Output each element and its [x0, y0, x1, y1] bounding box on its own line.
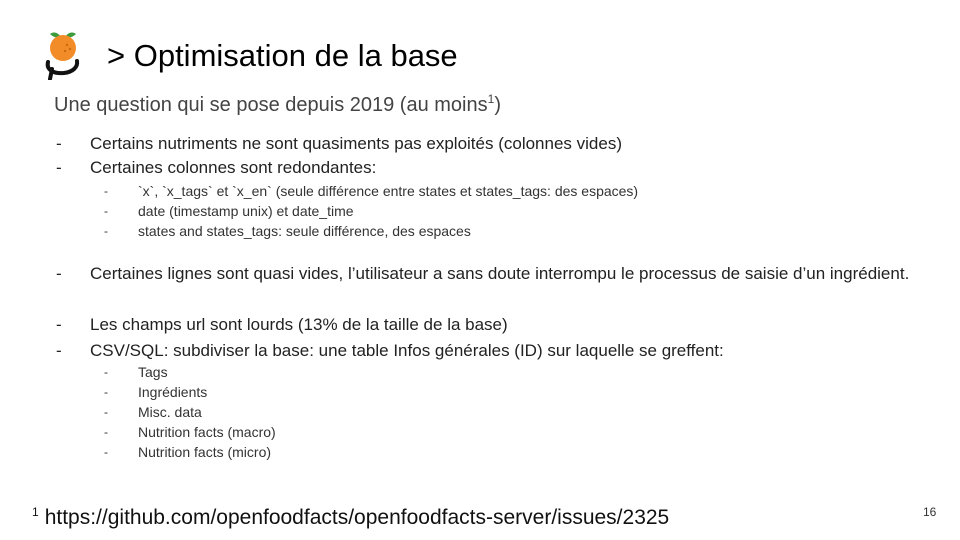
sub-bullet-item: - Nutrition facts (macro)	[104, 422, 276, 442]
bullet-text: Les champs url sont lourds (13% de la ta…	[90, 315, 508, 334]
bullet-dash: -	[104, 365, 108, 379]
bullet-text: Certains nutriments ne sont quasiments p…	[90, 134, 622, 153]
sub-bullet-text: `x`, `x_tags` et `x_en` (seule différenc…	[138, 183, 639, 199]
sub-bullet-text: Tags	[138, 364, 168, 380]
sub-bullet-text: states and states_tags: seule différence…	[138, 223, 471, 239]
sub-bullet-text: date (timestamp unix) et date_time	[138, 203, 354, 219]
subtitle-text: Une question qui se pose depuis 2019 (au…	[54, 94, 488, 116]
bullet-item: - Les champs url sont lourds (13% de la …	[56, 313, 918, 336]
bullet-dash: -	[56, 158, 62, 177]
sub-bullet-item: - states and states_tags: seule différen…	[104, 221, 471, 241]
sub-bullet-text: Nutrition facts (micro)	[138, 444, 272, 460]
sub-bullet-text: Misc. data	[138, 404, 202, 420]
bullet-dash: -	[104, 425, 108, 439]
slide-subtitle: Une question qui se pose depuis 2019 (au…	[54, 93, 501, 117]
subtitle-close: )	[494, 94, 501, 116]
sub-bullet-item: - `x`, `x_tags` et `x_en` (seule différe…	[104, 181, 638, 201]
bullet-item: - Certaines lignes sont quasi vides, l’u…	[56, 262, 918, 285]
bullet-text: Certaines lignes sont quasi vides, l’uti…	[90, 264, 910, 283]
bullet-dash: -	[56, 315, 62, 334]
slide-title: > Optimisation de la base	[107, 38, 458, 73]
bullet-text: Certaines colonnes sont redondantes:	[90, 158, 377, 177]
bullet-dash: -	[56, 134, 62, 153]
sub-bullet-item: - Nutrition facts (micro)	[104, 442, 271, 462]
footnote-link[interactable]: https://github.com/openfoodfacts/openfoo…	[45, 506, 670, 529]
footnote: 1 https://github.com/openfoodfacts/openfo…	[32, 506, 669, 530]
sub-bullet-item: - Misc. data	[104, 402, 202, 422]
bullet-dash: -	[56, 264, 62, 283]
bullet-item: - CSV/SQL: subdiviser la base: une table…	[56, 339, 918, 362]
sub-bullet-item: - Tags	[104, 362, 168, 382]
bullet-item: - Certains nutriments ne sont quasiments…	[56, 132, 918, 155]
bullet-text: CSV/SQL: subdiviser la base: une table I…	[90, 341, 724, 360]
bullet-dash: -	[104, 385, 108, 399]
bullet-dash: -	[56, 341, 62, 360]
bullet-item: - Certaines colonnes sont redondantes:	[56, 156, 918, 179]
bullet-dash: -	[104, 445, 108, 459]
sub-bullet-text: Ingrédients	[138, 384, 208, 400]
sub-bullet-text: Nutrition facts (macro)	[138, 424, 276, 440]
footnote-number: 1	[32, 505, 39, 519]
page-number: 16	[923, 505, 937, 519]
sub-bullet-item: - Ingrédients	[104, 382, 207, 402]
open-food-facts-logo-icon	[45, 32, 80, 80]
bullet-dash: -	[104, 204, 108, 218]
bullet-dash: -	[104, 184, 108, 198]
bullet-dash: -	[104, 405, 108, 419]
sub-bullet-item: - date (timestamp unix) et date_time	[104, 201, 354, 221]
bullet-dash: -	[104, 224, 108, 238]
